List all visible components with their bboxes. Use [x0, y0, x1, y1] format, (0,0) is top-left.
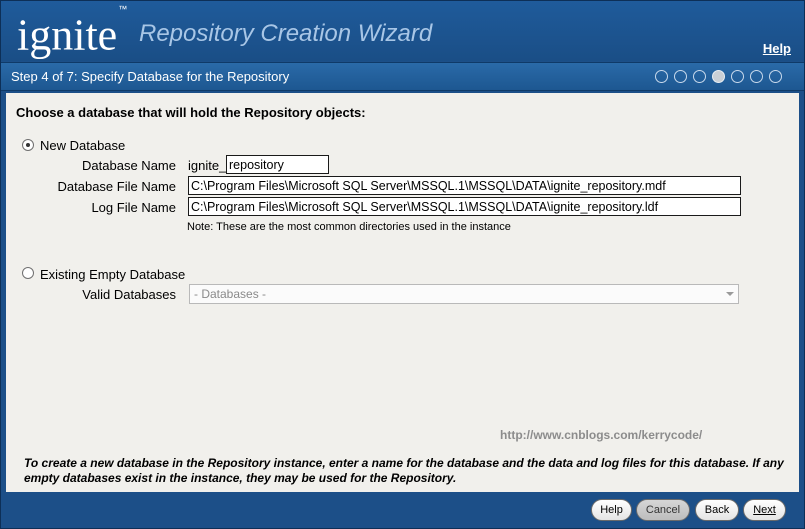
content-panel: Choose a database that will hold the Rep… [6, 93, 799, 492]
next-button[interactable]: Next [743, 499, 786, 521]
back-button[interactable]: Back [695, 499, 739, 521]
ignite-logo: ignite™ [17, 4, 128, 60]
database-file-label: Database File Name [57, 179, 177, 194]
step-dot-3 [693, 70, 706, 83]
log-file-input[interactable]: C:\Program Files\Microsoft SQL Server\MS… [188, 197, 741, 216]
step-bar: Step 4 of 7: Specify Database for the Re… [1, 62, 804, 91]
cancel-button[interactable]: Cancel [636, 499, 690, 521]
footer-bar: Help Cancel Back Next [1, 492, 804, 528]
directory-note: Note: These are the most common director… [187, 221, 511, 233]
new-database-radio[interactable] [22, 139, 34, 151]
watermark-url: http://www.cnblogs.com/kerrycode/ [500, 428, 703, 442]
help-button[interactable]: Help [591, 499, 632, 521]
chevron-down-icon [726, 292, 734, 296]
wizard-window: ignite™ Repository Creation Wizard Help … [0, 0, 805, 529]
valid-databases-select[interactable]: - Databases - [189, 284, 739, 304]
new-database-label: New Database [40, 138, 126, 153]
database-file-input[interactable]: C:\Program Files\Microsoft SQL Server\MS… [188, 176, 741, 195]
step-dot-5 [731, 70, 744, 83]
existing-database-radio[interactable] [22, 267, 34, 279]
step-dot-7 [769, 70, 782, 83]
database-name-input[interactable]: repository [226, 155, 329, 174]
valid-databases-label: Valid Databases [82, 287, 176, 302]
section-heading: Choose a database that will hold the Rep… [16, 105, 366, 120]
step-label: Step 4 of 7: Specify Database for the Re… [11, 69, 290, 84]
step-dot-6 [750, 70, 763, 83]
step-dot-4-current [712, 70, 725, 83]
database-name-prefix: ignite_ [188, 158, 227, 173]
info-text: To create a new database in the Reposito… [24, 456, 784, 485]
step-dot-1 [655, 70, 668, 83]
next-button-label: Next [753, 504, 776, 516]
help-link[interactable]: Help [763, 41, 791, 56]
existing-database-label: Existing Empty Database [40, 267, 186, 282]
step-dot-2 [674, 70, 687, 83]
database-name-label: Database Name [82, 158, 176, 173]
header-bar: ignite™ Repository Creation Wizard Help [1, 1, 804, 61]
wizard-title: Repository Creation Wizard [139, 20, 433, 47]
valid-databases-value: - Databases - [194, 287, 267, 301]
log-file-label: Log File Name [91, 200, 176, 215]
